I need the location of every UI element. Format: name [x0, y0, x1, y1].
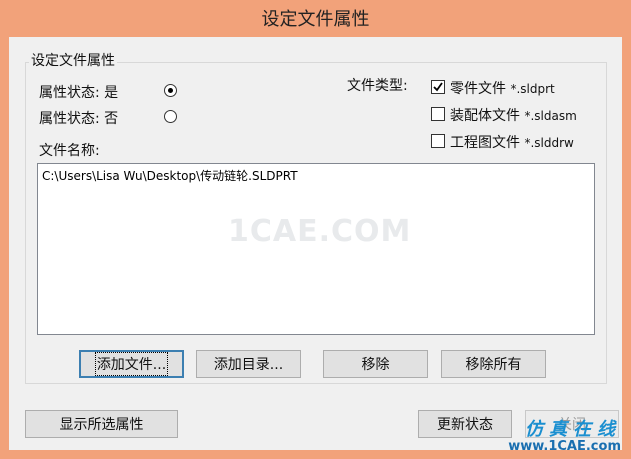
attr-state-yes-radio[interactable] [164, 84, 177, 97]
part-file-checkbox[interactable] [431, 80, 445, 94]
file-type-label: 文件类型: [347, 78, 408, 94]
add-file-button-label: 添加文件... [94, 352, 169, 376]
assembly-file-ext: *.sldasm [524, 109, 577, 123]
drawing-file-label: 工程图文件 [450, 135, 520, 151]
add-directory-button[interactable]: 添加目录... [196, 350, 301, 378]
check-icon [433, 82, 443, 92]
part-file-option[interactable]: 零件文件 *.sldprt [450, 78, 555, 98]
close-button-label: 关闭 [558, 417, 586, 433]
attr-state-yes-label: 属性状态: 是 [39, 85, 119, 101]
window-title: 设定文件属性 [261, 9, 370, 30]
add-directory-button-label: 添加目录... [213, 357, 284, 373]
show-selected-properties-button[interactable]: 显示所选属性 [25, 410, 178, 438]
dialog-client: 设定文件属性 属性状态: 是 属性状态: 否 文件类型: 零件文件 *.sldp… [9, 37, 622, 450]
file-name-label: 文件名称: [39, 143, 100, 159]
attr-state-no-radio[interactable] [164, 110, 177, 123]
update-state-button-label: 更新状态 [437, 417, 493, 433]
list-item[interactable]: C:\Users\Lisa Wu\Desktop\传动链轮.SLDPRT [42, 167, 298, 184]
assembly-file-label: 装配体文件 [450, 108, 520, 124]
assembly-file-option[interactable]: 装配体文件 *.sldasm [450, 105, 577, 125]
remove-button-label: 移除 [361, 357, 390, 373]
drawing-file-ext: *.slddrw [524, 136, 574, 150]
group-title: 设定文件属性 [29, 50, 117, 70]
show-selected-button-label: 显示所选属性 [59, 417, 144, 433]
drawing-file-checkbox[interactable] [431, 134, 445, 148]
file-list[interactable]: C:\Users\Lisa Wu\Desktop\传动链轮.SLDPRT 1CA… [37, 163, 595, 335]
update-state-button[interactable]: 更新状态 [418, 410, 512, 438]
remove-button[interactable]: 移除 [323, 350, 428, 378]
watermark-text: 1CAE.COM [228, 214, 412, 249]
add-file-button[interactable]: 添加文件... [79, 350, 184, 378]
remove-all-button[interactable]: 移除所有 [441, 350, 546, 378]
assembly-file-checkbox[interactable] [431, 107, 445, 121]
remove-all-button-label: 移除所有 [465, 357, 522, 373]
attr-state-no-label: 属性状态: 否 [39, 111, 119, 127]
close-button[interactable]: 关闭 [525, 410, 619, 438]
part-file-label: 零件文件 [450, 81, 506, 97]
part-file-ext: *.sldprt [510, 82, 555, 96]
drawing-file-option[interactable]: 工程图文件 *.slddrw [450, 132, 574, 152]
radio-selected-dot [168, 88, 173, 93]
